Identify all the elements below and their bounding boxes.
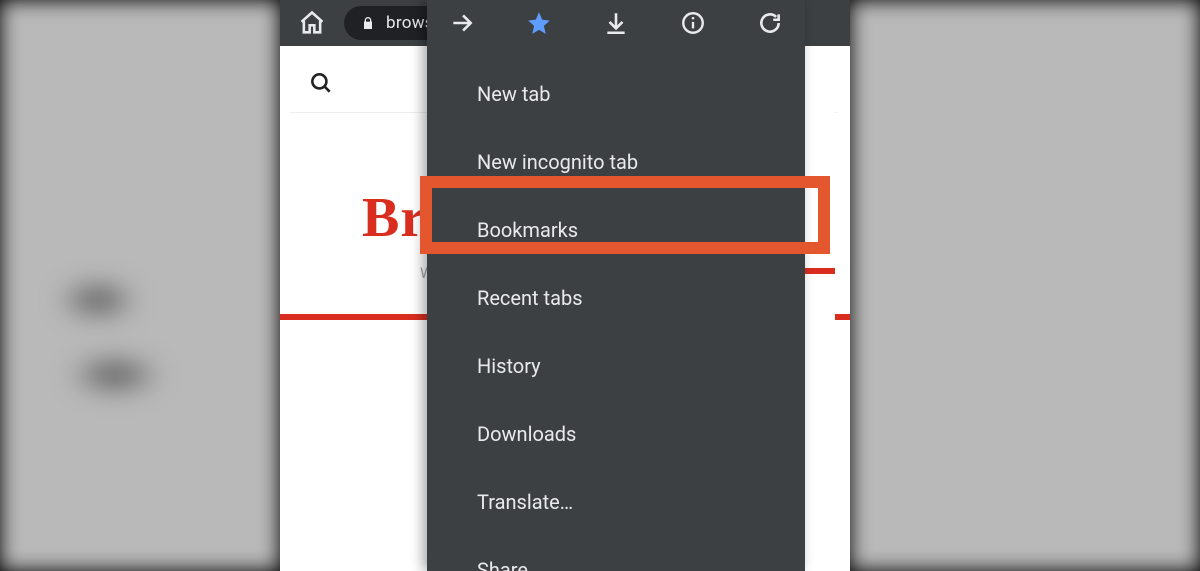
menu-items: New tab New incognito tab Bookmarks Rece… xyxy=(427,46,805,571)
refresh-icon[interactable] xyxy=(757,10,783,36)
background-smudge xyxy=(30,255,200,405)
menu-icon-row xyxy=(427,0,805,46)
background-blur-right xyxy=(850,0,1200,571)
menu-item-history[interactable]: History xyxy=(427,332,805,400)
overflow-menu: New tab New incognito tab Bookmarks Rece… xyxy=(427,0,805,571)
forward-icon[interactable] xyxy=(449,10,475,36)
menu-item-translate[interactable]: Translate… xyxy=(427,468,805,536)
menu-item-downloads[interactable]: Downloads xyxy=(427,400,805,468)
menu-item-share[interactable]: Share… xyxy=(427,536,805,571)
stage: brows Bro We How to Cl Critica xyxy=(0,0,1200,571)
menu-item-recent-tabs[interactable]: Recent tabs xyxy=(427,264,805,332)
search-icon xyxy=(308,70,334,96)
bookmark-star-icon[interactable] xyxy=(526,10,552,36)
download-icon[interactable] xyxy=(603,10,629,36)
info-icon[interactable] xyxy=(680,10,706,36)
home-icon[interactable] xyxy=(298,9,326,37)
lock-icon xyxy=(360,15,376,31)
menu-item-new-incognito-tab[interactable]: New incognito tab xyxy=(427,128,805,196)
menu-item-new-tab[interactable]: New tab xyxy=(427,60,805,128)
brand-divider-sliver xyxy=(805,268,835,274)
menu-item-bookmarks[interactable]: Bookmarks xyxy=(427,196,805,264)
page-sliver-right xyxy=(805,46,835,571)
